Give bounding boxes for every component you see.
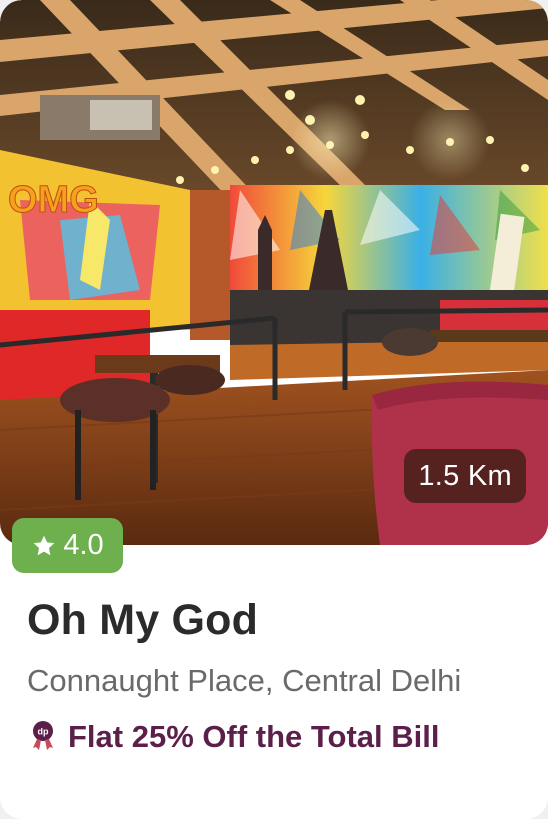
offer-text: Flat 25% Off the Total Bill [68,719,440,754]
rating-value: 4.0 [63,529,104,561]
omg-wall-sign: OMG [8,179,99,221]
restaurant-photo[interactable]: OMG 1.5 Km [0,0,548,545]
svg-text:dp: dp [38,727,49,737]
offer-row[interactable]: dp Flat 25% Off the Total Bill [32,719,439,755]
distance-badge: 1.5 Km [404,449,526,503]
restaurant-location: Connaught Place, Central Delhi [27,663,462,698]
dineout-dp-icon: dp [33,721,53,750]
restaurant-card[interactable]: OMG 1.5 Km 4.0 Oh My God Connaught Place… [0,0,548,819]
star-icon [34,535,55,555]
rating-badge: 4.0 [12,518,123,573]
restaurant-name[interactable]: Oh My God [27,596,258,645]
